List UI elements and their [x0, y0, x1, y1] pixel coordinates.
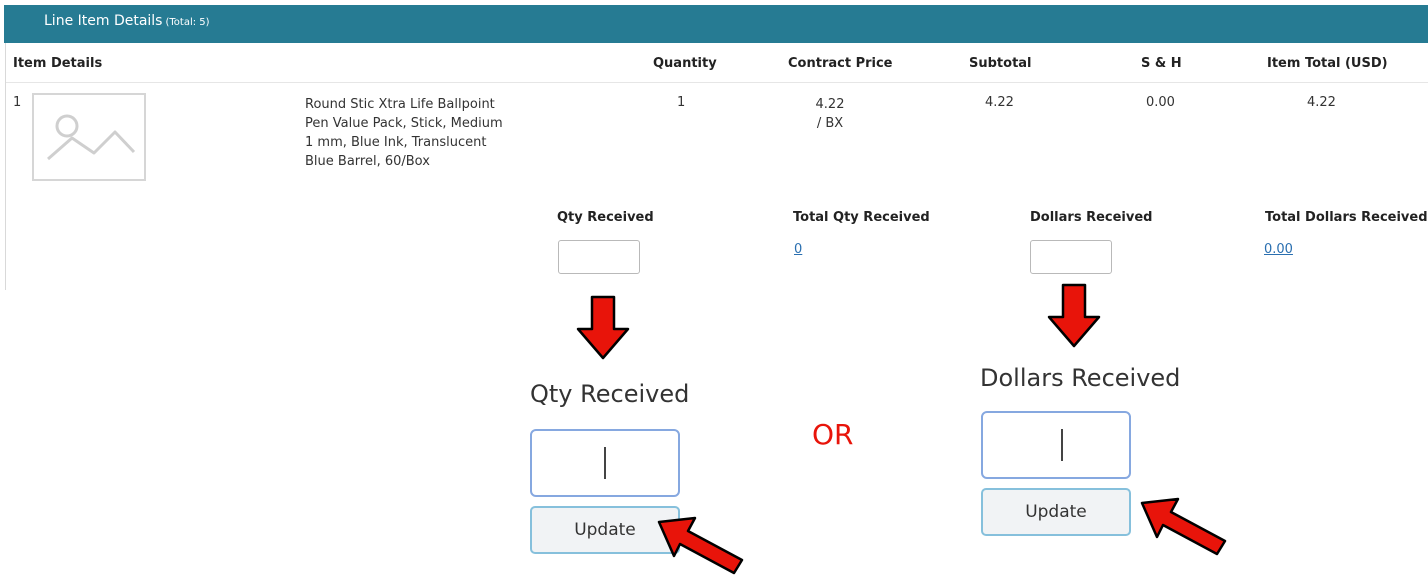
qty-received-callout-label: Qty Received [530, 380, 690, 408]
red-arrow-icon [1140, 497, 1227, 556]
total-dollars-received-label: Total Dollars Received [1265, 210, 1428, 225]
col-contract-price: Contract Price [788, 56, 893, 71]
col-item-details: Item Details [13, 56, 103, 71]
qty-received-input[interactable] [558, 240, 640, 274]
red-arrow-icon [657, 516, 744, 575]
price-value: 4.22 [815, 97, 845, 112]
header-total-count: (Total: 5) [165, 17, 210, 28]
qty-received-callout-input[interactable] [530, 429, 680, 497]
red-arrow-icon [576, 295, 630, 360]
total-dollars-received-link[interactable]: 0.00 [1264, 242, 1293, 257]
row-number: 1 [13, 95, 22, 110]
image-placeholder-icon [32, 93, 146, 181]
price-unit: / BX [816, 116, 844, 131]
red-arrow-icon [1047, 283, 1101, 348]
item-quantity: 1 [677, 95, 686, 110]
item-sh: 0.00 [1146, 95, 1175, 110]
dollars-received-label: Dollars Received [1030, 210, 1153, 225]
header-title-text: Line Item Details [44, 13, 163, 29]
item-description: Round Stic Xtra Life Ballpoint Pen Value… [305, 95, 535, 171]
item-description-line: Blue Barrel, 60/Box [305, 154, 430, 169]
text-caret [604, 447, 606, 479]
col-sh: S & H [1141, 56, 1182, 71]
total-qty-received-link[interactable]: 0 [794, 242, 802, 257]
col-item-total: Item Total (USD) [1267, 56, 1388, 71]
line-item-header-title: Line Item Details (Total: 5) [44, 13, 210, 29]
item-description-line: 1 mm, Blue Ink, Translucent [305, 135, 487, 150]
col-quantity: Quantity [653, 56, 717, 71]
table-left-border [5, 43, 6, 290]
dollars-received-input[interactable] [1030, 240, 1112, 274]
dollars-received-callout-input[interactable] [981, 411, 1131, 479]
or-text: OR [812, 418, 854, 451]
qty-received-label: Qty Received [557, 210, 654, 225]
dollars-received-callout-label: Dollars Received [980, 364, 1181, 392]
item-subtotal: 4.22 [985, 95, 1014, 110]
header-divider [5, 82, 1428, 83]
line-item-header-bar [4, 5, 1428, 43]
dollars-update-button[interactable]: Update [981, 488, 1131, 536]
col-subtotal: Subtotal [969, 56, 1032, 71]
item-contract-price: 4.22 / BX [800, 95, 860, 133]
item-description-line: Pen Value Pack, Stick, Medium [305, 116, 503, 131]
total-qty-received-label: Total Qty Received [793, 210, 930, 225]
text-caret [1061, 429, 1063, 461]
item-description-line: Round Stic Xtra Life Ballpoint [305, 97, 495, 112]
item-total: 4.22 [1307, 95, 1336, 110]
